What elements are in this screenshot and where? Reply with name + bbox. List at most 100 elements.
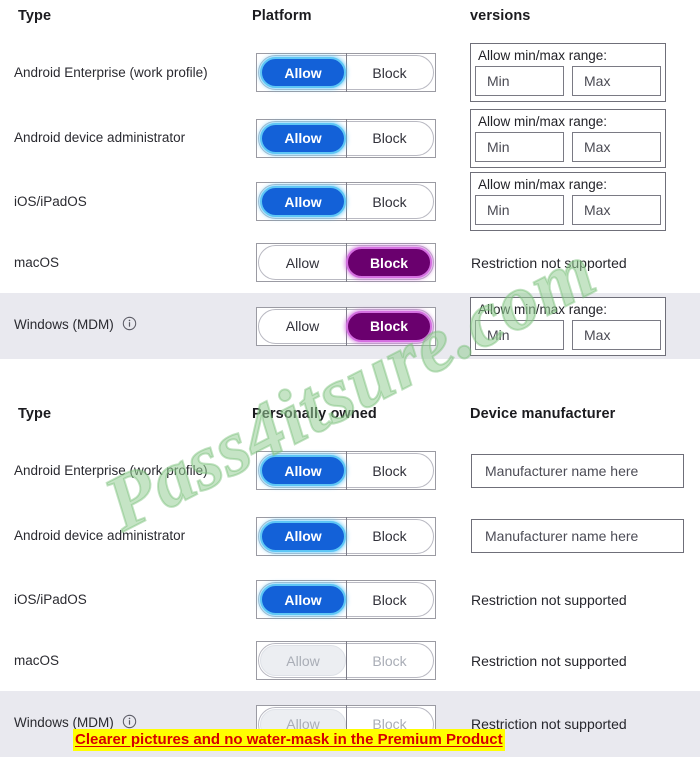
- manufacturer-name-input[interactable]: Manufacturer name here: [471, 519, 684, 553]
- value-cell: Manufacturer name here: [466, 453, 700, 488]
- table-header-row: Type Platform versions: [0, 0, 700, 40]
- allow-block-toggle[interactable]: Block Allow: [256, 118, 436, 158]
- table-row: macOS Allow Block Restriction not supported: [0, 232, 700, 293]
- toggle-selected-pill[interactable]: Allow: [260, 584, 346, 615]
- toggle-selected-pill[interactable]: Allow: [260, 455, 346, 486]
- table-row: Android Enterprise (work profile) Block Al…: [0, 40, 700, 105]
- table-row: iOS/iPadOS Block Allow Restriction not supp…: [0, 569, 700, 630]
- platform-versions-table: Type Platform versions Android Enterprise (…: [0, 0, 700, 359]
- platform-type-text: Windows (MDM): [14, 317, 114, 332]
- allow-block-toggle[interactable]: Block Allow: [256, 516, 436, 556]
- column-header-middle-cell: Personally owned: [248, 406, 466, 422]
- platform-type-label: Android Enterprise (work profile): [14, 462, 229, 480]
- platform-type-label: Android device administrator: [14, 129, 229, 147]
- table-header-row: Type Personally owned Device manufacturer: [0, 398, 700, 438]
- restriction-not-supported-text: Restriction not supported: [471, 591, 627, 608]
- toggle-selected-pill[interactable]: Block: [346, 310, 432, 342]
- toggle-option-block[interactable]: Block: [346, 580, 433, 619]
- type-cell: macOS: [0, 652, 248, 670]
- min-version-input[interactable]: Min: [475, 131, 564, 162]
- toggle-option-block[interactable]: Block: [346, 516, 433, 556]
- value-cell: Allow min/max range: Min Max: [466, 296, 700, 356]
- max-version-input[interactable]: Max: [572, 131, 661, 162]
- allow-block-toggle[interactable]: Block Allow: [256, 641, 436, 680]
- column-header-type: Type: [18, 8, 52, 24]
- toggle-cell: Block Allow: [248, 516, 466, 556]
- value-cell: Restriction not supported: [466, 653, 700, 669]
- platform-type-text: Android Enterprise (work profile): [14, 64, 208, 80]
- column-header-type-cell: Type: [0, 8, 248, 24]
- toggle-selected-pill[interactable]: Allow: [260, 122, 346, 154]
- column-header-type: Type: [18, 406, 52, 422]
- type-cell: Android Enterprise (work profile): [0, 462, 248, 480]
- type-cell: Android Enterprise (work profile): [0, 64, 248, 82]
- manufacturer-name-input[interactable]: Manufacturer name here: [471, 453, 684, 488]
- toggle-track: Allow Block: [258, 243, 434, 282]
- toggle-track: Allow Block: [258, 306, 434, 346]
- max-version-input[interactable]: Max: [572, 195, 661, 225]
- value-cell: Allow min/max range: Min Max: [466, 43, 700, 102]
- screenshot-page: Type Platform versions Android Enterprise (…: [0, 0, 700, 773]
- toggle-selected-pill[interactable]: Allow: [260, 645, 346, 676]
- toggle-selected-pill[interactable]: Allow: [260, 520, 346, 552]
- type-cell: macOS: [0, 254, 248, 272]
- toggle-option-block[interactable]: Block: [346, 182, 433, 221]
- platform-type-text: Android device administrator: [14, 528, 186, 543]
- toggle-option-allow[interactable]: Allow: [259, 246, 346, 279]
- allow-block-toggle[interactable]: Block Allow: [256, 53, 436, 92]
- column-header-middle-cell: Platform: [248, 8, 466, 24]
- toggle-option-block[interactable]: Block: [346, 53, 433, 92]
- restriction-not-supported-text: Restriction not supported: [471, 652, 627, 669]
- platform-type-label: macOS: [14, 652, 229, 670]
- max-version-input[interactable]: Max: [572, 66, 661, 96]
- column-header-right-cell: versions: [466, 8, 700, 24]
- table-row: Android device administrator Block Allow Al…: [0, 105, 700, 171]
- table-row: macOS Block Allow Restriction not supported: [0, 630, 700, 691]
- column-header-right: versions: [470, 8, 531, 24]
- platform-type-label: iOS/iPadOS: [14, 193, 229, 211]
- min-version-input[interactable]: Min: [475, 195, 564, 225]
- table-row: Android device administrator Block Allow Ma…: [0, 503, 700, 569]
- platform-type-text: Android Enterprise (work profile): [14, 462, 208, 478]
- toggle-selected-pill[interactable]: Block: [346, 247, 432, 278]
- toggle-option-block[interactable]: Block: [346, 451, 433, 490]
- toggle-option-allow[interactable]: Allow: [259, 310, 346, 343]
- min-version-input[interactable]: Min: [475, 319, 564, 350]
- platform-type-text: iOS/iPadOS: [14, 193, 87, 209]
- toggle-track: Block Allow: [258, 53, 434, 92]
- toggle-track: Block Allow: [258, 451, 434, 490]
- range-fields: Min Max: [475, 319, 661, 350]
- toggle-track: Block Allow: [258, 182, 434, 221]
- range-title: Allow min/max range:: [478, 177, 608, 192]
- allow-block-toggle[interactable]: Allow Block: [256, 306, 436, 346]
- toggle-cell: Block Allow: [248, 580, 466, 619]
- platform-type-text: iOS/iPadOS: [14, 591, 87, 607]
- range-title: Allow min/max range:: [478, 48, 608, 63]
- allow-block-toggle[interactable]: Allow Block: [256, 243, 436, 282]
- value-cell: Restriction not supported: [466, 255, 700, 271]
- value-cell: Allow min/max range: Min Max: [466, 172, 700, 231]
- toggle-cell: Block Allow: [248, 182, 466, 221]
- range-fields: Min Max: [475, 66, 661, 96]
- allow-block-toggle[interactable]: Block Allow: [256, 451, 436, 490]
- toggle-option-block[interactable]: Block: [346, 641, 433, 680]
- info-icon[interactable]: [122, 316, 137, 336]
- platform-type-label: macOS: [14, 254, 229, 272]
- allow-block-toggle[interactable]: Block Allow: [256, 580, 436, 619]
- allow-block-toggle[interactable]: Block Allow: [256, 182, 436, 221]
- toggle-option-block[interactable]: Block: [346, 118, 433, 158]
- platform-type-text: Windows (MDM): [14, 715, 114, 730]
- min-max-range-box: Allow min/max range: Min Max: [470, 43, 666, 102]
- max-version-input[interactable]: Max: [572, 319, 661, 350]
- range-fields: Min Max: [475, 131, 661, 162]
- toggle-track: Block Allow: [258, 516, 434, 556]
- toggle-selected-pill[interactable]: Allow: [260, 186, 346, 217]
- toggle-cell: Allow Block: [248, 306, 466, 346]
- toggle-cell: Block Allow: [248, 451, 466, 490]
- toggle-selected-pill[interactable]: Allow: [260, 57, 346, 88]
- column-header-right: Device manufacturer: [470, 406, 616, 422]
- platform-type-label: Android device administrator: [14, 527, 229, 545]
- table-row: iOS/iPadOS Block Allow Allow min/max range:…: [0, 171, 700, 232]
- platform-type-label: Windows (MDM): [14, 316, 229, 336]
- min-version-input[interactable]: Min: [475, 66, 564, 96]
